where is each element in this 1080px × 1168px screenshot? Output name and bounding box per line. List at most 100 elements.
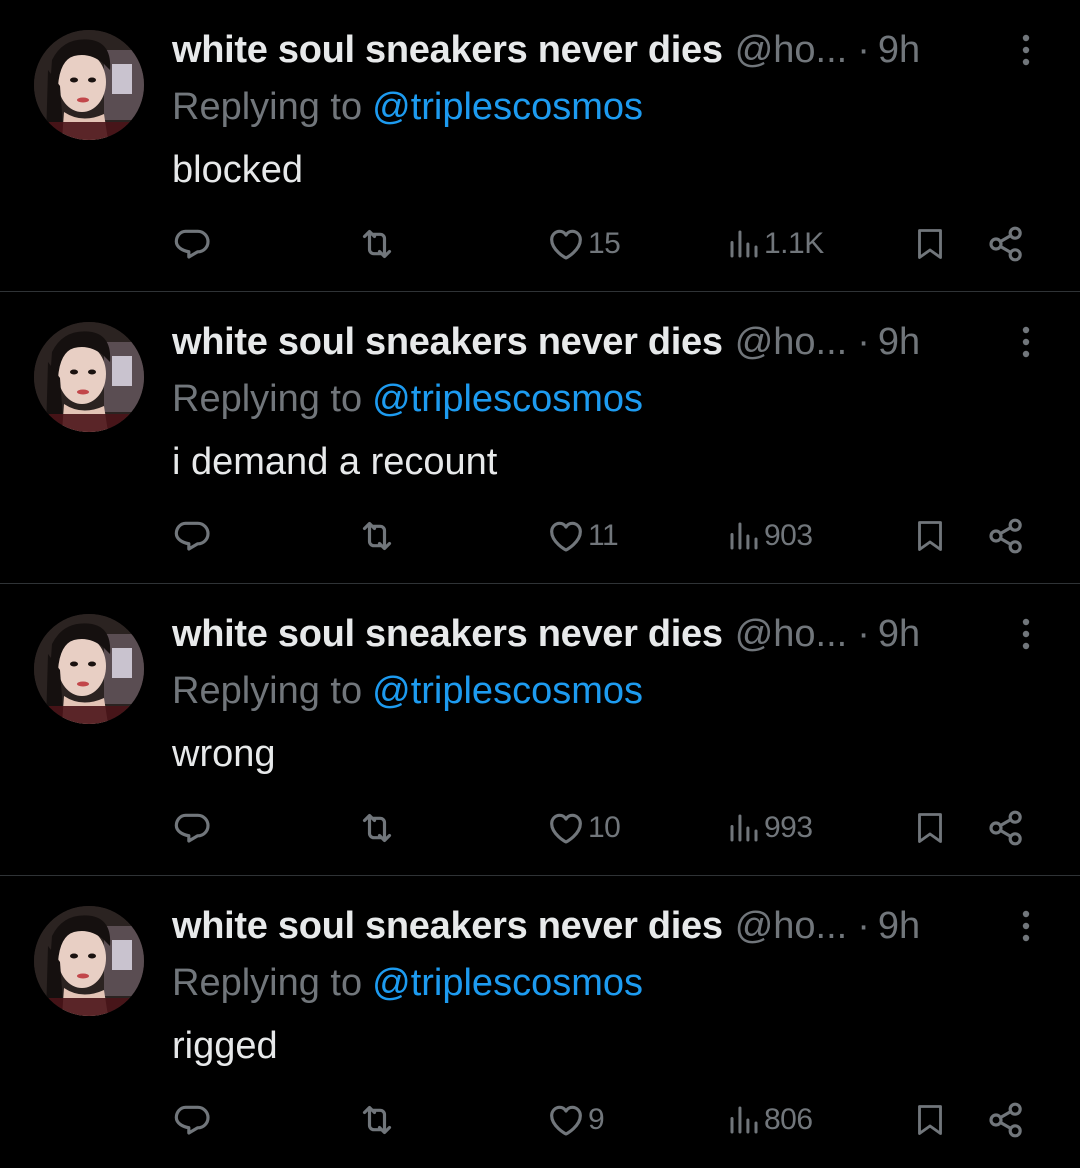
- views-button[interactable]: 903: [726, 510, 813, 562]
- more-options-button[interactable]: [1014, 906, 1038, 946]
- retweet-icon: [362, 1105, 392, 1135]
- reply-button[interactable]: [172, 218, 214, 270]
- timestamp[interactable]: 9h: [878, 22, 920, 78]
- reply-button[interactable]: [172, 1094, 214, 1146]
- more-vertical-icon: [1022, 618, 1030, 650]
- tweet-text: blocked: [172, 149, 303, 191]
- bookmark-icon: [918, 813, 942, 843]
- like-count: 15: [588, 227, 621, 260]
- avatar-photo: [34, 322, 144, 432]
- bookmark-button[interactable]: [912, 802, 948, 854]
- heart-icon: [550, 1105, 582, 1136]
- view-count: 806: [764, 1103, 813, 1136]
- bookmark-button[interactable]: [912, 510, 948, 562]
- avatar[interactable]: [34, 906, 144, 1016]
- avatar-photo: [34, 614, 144, 724]
- timestamp[interactable]: 9h: [878, 314, 920, 370]
- share-button[interactable]: [986, 1094, 1026, 1146]
- avatar-photo: [34, 30, 144, 140]
- user-handle[interactable]: @ho...: [735, 898, 848, 954]
- reply-feed: white soul sneakers never dies @ho... · …: [0, 0, 1080, 1167]
- heart-icon: [550, 521, 582, 552]
- avatar[interactable]: [34, 614, 144, 724]
- share-icon: [989, 518, 1022, 554]
- tweet[interactable]: white soul sneakers never dies @ho... · …: [0, 292, 1080, 584]
- share-icon: [989, 810, 1022, 846]
- user-handle[interactable]: @ho...: [735, 314, 848, 370]
- bookmark-button[interactable]: [912, 218, 948, 270]
- views-bar-chart-icon: [730, 230, 758, 258]
- avatar[interactable]: [34, 322, 144, 432]
- action-bar: 11 903: [172, 510, 1030, 562]
- replying-to-mention[interactable]: @triplescosmos: [372, 670, 643, 712]
- display-name[interactable]: white soul sneakers never dies: [172, 606, 723, 662]
- tweet[interactable]: white soul sneakers never dies @ho... · …: [0, 0, 1080, 292]
- replying-to-line: Replying to @triplescosmos: [172, 958, 643, 1008]
- replying-to-mention[interactable]: @triplescosmos: [372, 962, 643, 1004]
- view-count: 993: [764, 811, 813, 844]
- timestamp[interactable]: 9h: [878, 606, 920, 662]
- replying-to-label: Replying to: [172, 670, 363, 712]
- replying-to-mention[interactable]: @triplescosmos: [372, 378, 643, 420]
- more-options-button[interactable]: [1014, 322, 1038, 362]
- more-options-button[interactable]: [1014, 614, 1038, 654]
- replying-to-label: Replying to: [172, 962, 363, 1004]
- reply-icon: [174, 1105, 210, 1135]
- like-count: 10: [588, 811, 621, 844]
- separator-dot: ·: [857, 29, 870, 71]
- replying-to-label: Replying to: [172, 378, 363, 420]
- share-button[interactable]: [986, 218, 1026, 270]
- more-vertical-icon: [1022, 910, 1030, 942]
- display-name[interactable]: white soul sneakers never dies: [172, 314, 723, 370]
- user-handle[interactable]: @ho...: [735, 606, 848, 662]
- replying-to-line: Replying to @triplescosmos: [172, 374, 643, 424]
- tweet-text: rigged: [172, 1025, 278, 1067]
- like-button[interactable]: 9: [546, 1094, 605, 1146]
- like-count: 11: [588, 519, 619, 552]
- share-button[interactable]: [986, 510, 1026, 562]
- tweet-text: i demand a recount: [172, 441, 498, 483]
- tweet[interactable]: white soul sneakers never dies @ho... · …: [0, 876, 1080, 1168]
- retweet-button[interactable]: [356, 510, 400, 562]
- display-name[interactable]: white soul sneakers never dies: [172, 898, 723, 954]
- display-name[interactable]: white soul sneakers never dies: [172, 22, 723, 78]
- like-button[interactable]: 11: [546, 510, 619, 562]
- views-button[interactable]: 993: [726, 802, 813, 854]
- views-button[interactable]: 1.1K: [726, 218, 824, 270]
- bookmark-button[interactable]: [912, 1094, 948, 1146]
- more-options-button[interactable]: [1014, 30, 1038, 70]
- like-button[interactable]: 15: [546, 218, 621, 270]
- bookmark-icon: [918, 1105, 942, 1135]
- avatar-photo: [34, 906, 144, 1016]
- tweet[interactable]: white soul sneakers never dies @ho... · …: [0, 584, 1080, 876]
- separator-dot: ·: [857, 613, 870, 655]
- views-bar-chart-icon: [730, 814, 758, 842]
- user-handle[interactable]: @ho...: [735, 22, 848, 78]
- views-bar-chart-icon: [730, 522, 758, 550]
- replying-to-label: Replying to: [172, 86, 363, 128]
- replying-to-line: Replying to @triplescosmos: [172, 82, 643, 132]
- like-button[interactable]: 10: [546, 802, 621, 854]
- reply-icon: [174, 813, 210, 843]
- replying-to-mention[interactable]: @triplescosmos: [372, 86, 643, 128]
- action-bar: 15 1.1K: [172, 218, 1030, 270]
- action-bar: 9 806: [172, 1094, 1030, 1146]
- views-button[interactable]: 806: [726, 1094, 813, 1146]
- retweet-icon: [362, 521, 392, 551]
- reply-button[interactable]: [172, 802, 214, 854]
- bookmark-icon: [918, 229, 942, 259]
- retweet-button[interactable]: [356, 802, 400, 854]
- reply-icon: [174, 521, 210, 551]
- retweet-icon: [362, 229, 392, 259]
- replying-to-line: Replying to @triplescosmos: [172, 666, 643, 716]
- retweet-icon: [362, 813, 392, 843]
- retweet-button[interactable]: [356, 1094, 400, 1146]
- separator-dot: ·: [857, 321, 870, 363]
- reply-button[interactable]: [172, 510, 214, 562]
- timestamp[interactable]: 9h: [878, 898, 920, 954]
- avatar[interactable]: [34, 30, 144, 140]
- tweet-header: white soul sneakers never dies @ho... · …: [172, 898, 1000, 954]
- views-bar-chart-icon: [730, 1106, 758, 1134]
- retweet-button[interactable]: [356, 218, 400, 270]
- share-button[interactable]: [986, 802, 1026, 854]
